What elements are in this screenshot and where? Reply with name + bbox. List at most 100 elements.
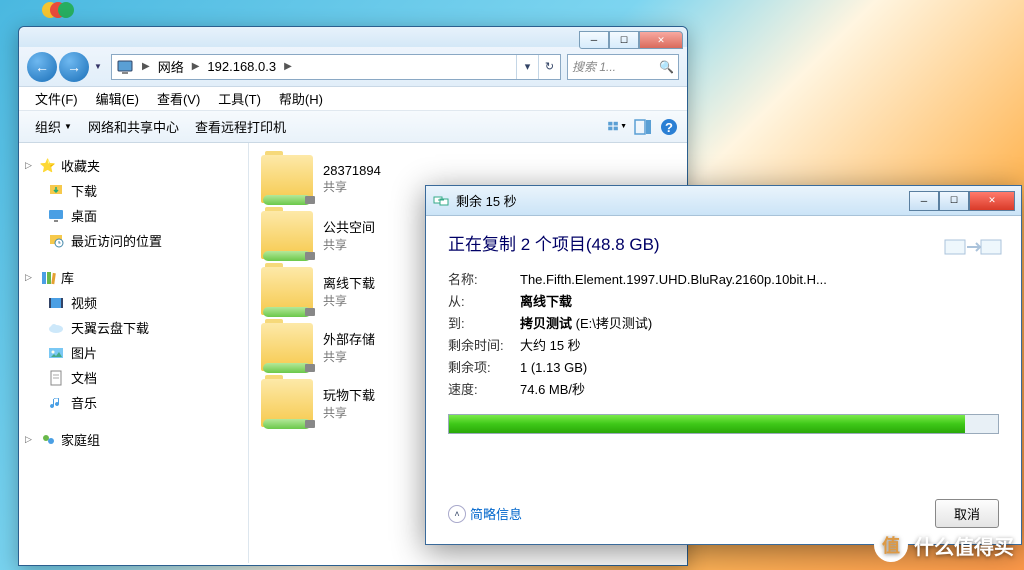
breadcrumb-sep[interactable]: ▶: [138, 61, 154, 72]
dialog-close-button[interactable]: ✕: [969, 191, 1015, 211]
svg-text:?: ?: [665, 120, 673, 135]
breadcrumb-sep[interactable]: ▶: [188, 61, 204, 72]
value-items-left: 1 (1.13 GB): [520, 357, 999, 379]
nav-back-button[interactable]: ←: [27, 52, 57, 82]
menu-edit[interactable]: 编辑(E): [88, 87, 147, 110]
dialog-maximize-button[interactable]: ☐: [939, 191, 969, 211]
folder-type: 共享: [323, 404, 375, 421]
value-time-left: 大约 15 秒: [520, 335, 999, 357]
command-bar: 组织 ▼ 网络和共享中心 查看远程打印机 ▼ ?: [19, 111, 687, 143]
folder-name: 玩物下载: [323, 385, 375, 404]
homegroup-icon: [39, 431, 57, 449]
library-icon: [39, 269, 57, 287]
nav-history-dropdown[interactable]: ▼: [91, 57, 105, 77]
menu-tools[interactable]: 工具(T): [210, 87, 269, 110]
folder-name: 28371894: [323, 163, 381, 178]
help-button[interactable]: ?: [659, 117, 679, 137]
minimize-button[interactable]: ─: [579, 31, 609, 49]
copy-progress-dialog: 剩余 15 秒 ─ ☐ ✕ 正在复制 2 个项目(48.8 GB) 名称:The…: [425, 185, 1022, 545]
value-to[interactable]: 拷贝测试 (E:\拷贝测试): [520, 313, 999, 335]
copy-details: 名称:The.Fifth.Element.1997.UHD.BluRay.216…: [448, 269, 999, 402]
search-input[interactable]: 搜索 1... 🔍: [567, 54, 679, 80]
menu-bar: 文件(F) 编辑(E) 查看(V) 工具(T) 帮助(H): [19, 87, 687, 111]
value-from[interactable]: 离线下载: [520, 291, 999, 313]
dialog-minimize-button[interactable]: ─: [909, 191, 939, 211]
label-speed: 速度:: [448, 379, 520, 401]
folder-name: 公共空间: [323, 217, 375, 236]
folder-type: 共享: [323, 292, 375, 309]
homegroup[interactable]: ▷家庭组: [19, 427, 248, 452]
chevron-up-icon: ˄: [448, 505, 466, 523]
share-folder-icon: [261, 323, 313, 371]
favorites-group[interactable]: ▷⭐收藏夹: [19, 153, 248, 178]
sidebar-downloads[interactable]: 下载: [19, 178, 248, 203]
download-icon: [47, 182, 65, 200]
computer-icon: [116, 58, 134, 76]
sidebar-documents[interactable]: 文档: [19, 365, 248, 390]
close-button[interactable]: ✕: [639, 31, 683, 49]
progress-fill: [449, 415, 965, 433]
share-folder-icon: [261, 379, 313, 427]
value-name: The.Fifth.Element.1997.UHD.BluRay.2160p.…: [520, 269, 999, 291]
dialog-heading: 正在复制 2 个项目(48.8 GB): [448, 230, 999, 255]
search-icon[interactable]: 🔍: [659, 60, 674, 74]
breadcrumb-host[interactable]: 192.168.0.3: [203, 57, 280, 76]
breadcrumb-sep[interactable]: ▶: [280, 61, 296, 72]
star-icon: ⭐: [39, 157, 57, 175]
progress-bar: [448, 414, 999, 434]
cloud-icon: [47, 319, 65, 337]
nav-forward-button[interactable]: →: [59, 52, 89, 82]
menu-help[interactable]: 帮助(H): [271, 87, 331, 110]
address-dropdown-button[interactable]: ▾: [516, 55, 538, 79]
watermark-text: 什么值得买: [914, 531, 1014, 560]
taskbar-peek: [0, 0, 1024, 26]
folder-type: 共享: [323, 236, 375, 253]
label-to: 到:: [448, 313, 520, 335]
remote-printer-button[interactable]: 查看远程打印机: [187, 113, 294, 140]
refresh-button[interactable]: ↻: [538, 55, 560, 79]
organize-button[interactable]: 组织 ▼: [27, 113, 80, 140]
search-placeholder: 搜索 1...: [572, 58, 616, 75]
label-from: 从:: [448, 291, 520, 313]
label-time-left: 剩余时间:: [448, 335, 520, 357]
recent-icon: [47, 232, 65, 250]
libraries-group[interactable]: ▷库: [19, 265, 248, 290]
address-bar[interactable]: ▶ 网络 ▶ 192.168.0.3 ▶ ▾ ↻: [111, 54, 561, 80]
label-name: 名称:: [448, 269, 520, 291]
sidebar-recent[interactable]: 最近访问的位置: [19, 228, 248, 253]
breadcrumb-network[interactable]: 网络: [154, 55, 188, 78]
folder-name: 外部存储: [323, 329, 375, 348]
taskbar-app-icon[interactable]: [40, 0, 78, 20]
preview-pane-button[interactable]: [633, 117, 653, 137]
toggle-details-button[interactable]: ˄ 简略信息: [448, 504, 522, 523]
folder-type: 共享: [323, 348, 375, 365]
menu-file[interactable]: 文件(F): [27, 87, 86, 110]
share-folder-icon: [261, 155, 313, 203]
network-center-button[interactable]: 网络和共享中心: [80, 113, 187, 140]
menu-view[interactable]: 查看(V): [149, 87, 208, 110]
watermark: 值 什么值得买: [874, 528, 1014, 562]
watermark-badge-icon: 值: [874, 528, 908, 562]
dialog-title: 剩余 15 秒: [456, 191, 517, 210]
dialog-titlebar[interactable]: 剩余 15 秒 ─ ☐ ✕: [426, 186, 1021, 216]
video-icon: [47, 294, 65, 312]
sidebar-videos[interactable]: 视频: [19, 290, 248, 315]
value-speed: 74.6 MB/秒: [520, 379, 999, 401]
sidebar-pictures[interactable]: 图片: [19, 340, 248, 365]
desktop-icon: [47, 207, 65, 225]
share-folder-icon: [261, 211, 313, 259]
view-options-button[interactable]: ▼: [607, 117, 627, 137]
explorer-titlebar[interactable]: ─ ☐ ✕: [19, 27, 687, 47]
copy-graphic: [943, 226, 1003, 266]
explorer-navbar: ← → ▼ ▶ 网络 ▶ 192.168.0.3 ▶ ▾ ↻ 搜索 1... 🔍: [19, 47, 687, 87]
sidebar-desktop[interactable]: 桌面: [19, 203, 248, 228]
sidebar-cloud-download[interactable]: 天翼云盘下载: [19, 315, 248, 340]
navigation-pane: ▷⭐收藏夹 下载 桌面 最近访问的位置 ▷库 视频 天翼云盘下载 图片 文档 音…: [19, 143, 249, 563]
maximize-button[interactable]: ☐: [609, 31, 639, 49]
sidebar-music[interactable]: 音乐: [19, 390, 248, 415]
document-icon: [47, 369, 65, 387]
music-icon: [47, 394, 65, 412]
cancel-button[interactable]: 取消: [935, 499, 999, 528]
label-items-left: 剩余项:: [448, 357, 520, 379]
folder-type: 共享: [323, 178, 381, 195]
